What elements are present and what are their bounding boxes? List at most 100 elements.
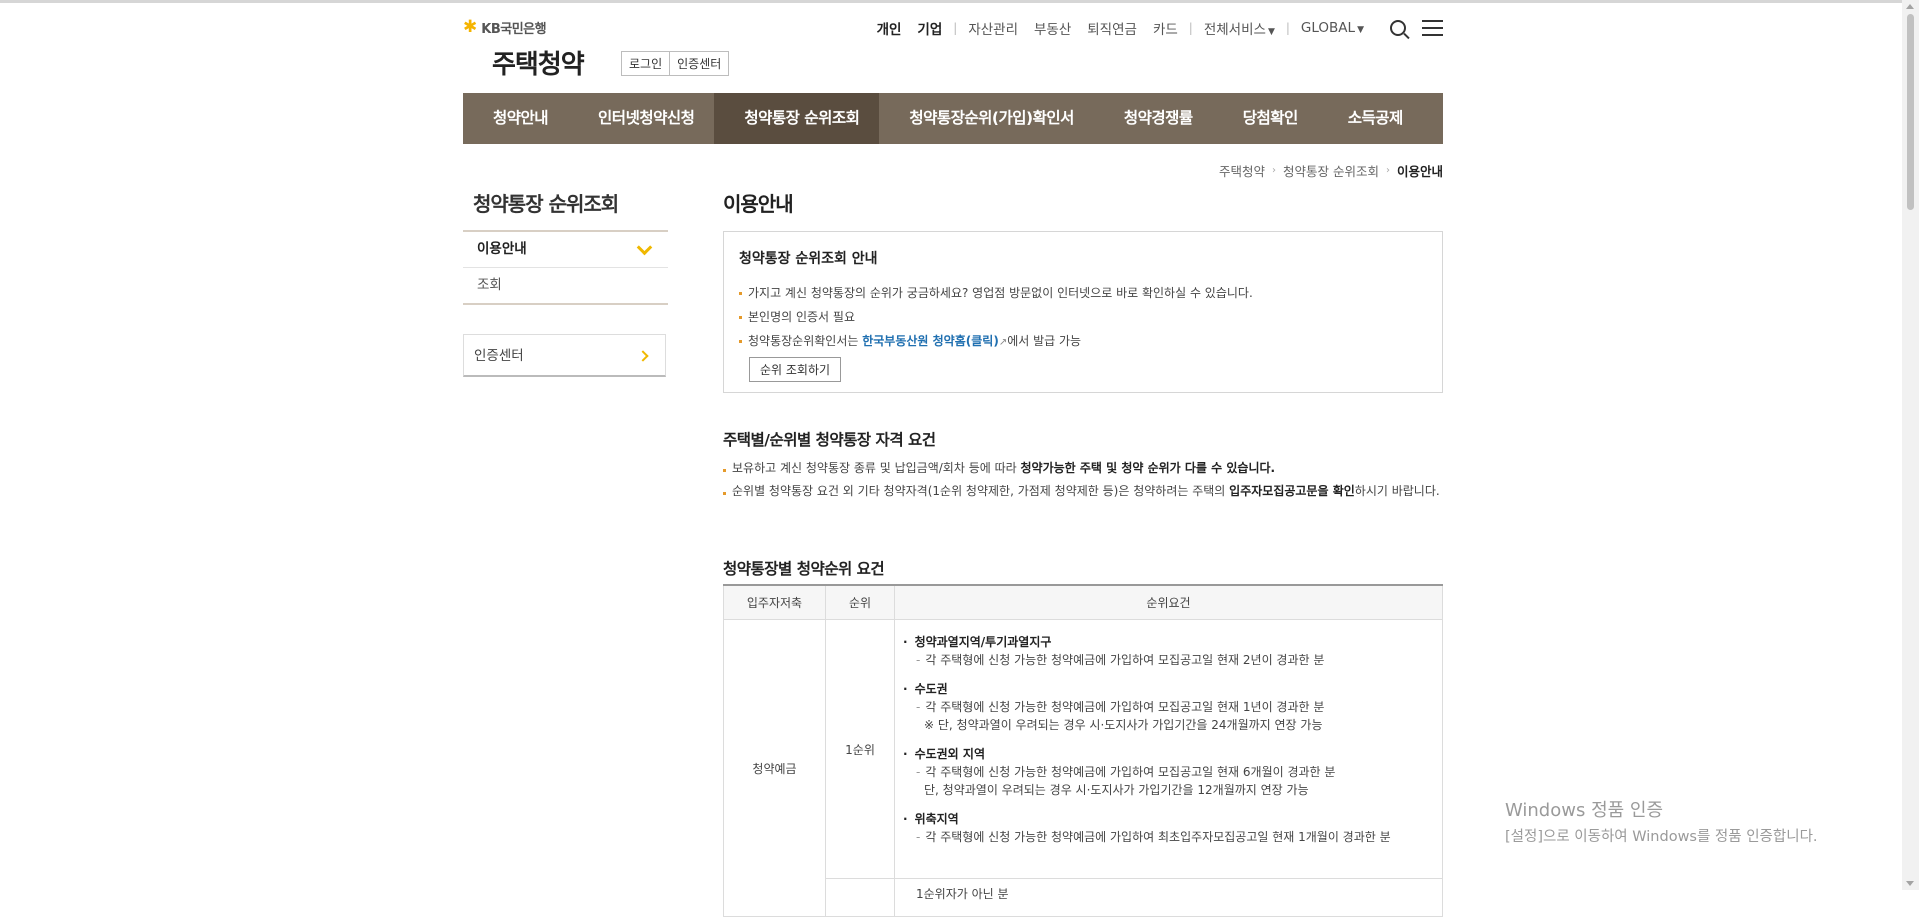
table-row: 1순위자가 아닌 분	[724, 878, 1443, 917]
section-title: 주택별/순위별 청약통장 자격 요건	[723, 431, 936, 449]
note-bullet: 순위별 청약통장 요건 외 기타 청약자격(1순위 청약제한, 가점제 청약제한…	[723, 481, 1443, 501]
gnb-item-winning-check[interactable]: 당첨확인	[1213, 93, 1318, 144]
table-cell-requirements: 청약과열지역/투기과열지구 -각 주택형에 신청 가능한 청약예금에 가입하여 …	[894, 619, 1443, 879]
requirements-notes: 보유하고 계신 청약통장 종류 및 납입금액/회차 등에 따라 청약가능한 주택…	[723, 458, 1443, 501]
divider: |	[1285, 21, 1290, 35]
scroll-down-icon[interactable]	[1906, 881, 1914, 886]
caret-down-icon: ▼	[1267, 27, 1275, 37]
all-services-label: 전체서비스	[1203, 22, 1266, 38]
breadcrumb-item[interactable]: 주택청약	[1219, 161, 1265, 180]
utility-nav: 개인 기업 | 자산관리 부동산 퇴직연금 카드 | 전체서비스 ▼ | GLOB…	[869, 18, 1443, 38]
bullet-text: 순위별 청약통장 요건 외 기타 청약자격(1순위 청약제한, 가점제 청약제한…	[732, 484, 1230, 498]
vertical-scrollbar[interactable]	[1902, 0, 1919, 890]
breadcrumb: 주택청약 › 청약통장 순위조회 › 이용안내	[1219, 161, 1443, 180]
search-icon[interactable]	[1390, 20, 1406, 36]
requirement-detail: -각 주택형에 신청 가능한 청약예금에 가입하여 모집공고일 현재 1년이 경…	[916, 700, 1325, 714]
bullet-text: 하시기 바랍니다.	[1354, 484, 1440, 498]
requirement-heading: 위축지역	[903, 810, 1434, 828]
kb-logo[interactable]: ✱ KB국민은행	[463, 17, 547, 38]
guide-bullet: 본인명의 인증서 필요	[739, 305, 1427, 329]
chevron-down-icon	[636, 239, 653, 256]
hamburger-menu-icon[interactable]	[1422, 20, 1443, 36]
cert-center-label: 인증센터	[474, 348, 524, 364]
requirement-item: 청약과열지역/투기과열지구 -각 주택형에 신청 가능한 청약예금에 가입하여 …	[903, 633, 1434, 669]
sidebar-item-guide[interactable]: 이용안내	[463, 232, 668, 268]
external-link-icon: ↗	[998, 337, 1008, 348]
caret-down-icon: ▼	[1357, 25, 1364, 35]
auth-buttons: 로그인 인증센터	[621, 51, 730, 76]
util-realestate[interactable]: 부동산	[1034, 18, 1071, 38]
sidebar-cert-center[interactable]: 인증센터	[463, 334, 666, 377]
util-global[interactable]: GLOBAL ▼	[1301, 20, 1364, 36]
rank-inquiry-button[interactable]: 순위 조회하기	[749, 357, 842, 382]
detail-text: 각 주택형에 신청 가능한 청약예금에 가입하여 최초입주자모집공고일 현재 1…	[925, 830, 1391, 844]
detail-text: 각 주택형에 신청 가능한 청약예금에 가입하여 모집공고일 현재 2년이 경과…	[925, 653, 1325, 667]
guide-title: 청약통장 순위조회 안내	[739, 251, 878, 267]
section-title: 청약통장별 청약순위 요건	[723, 560, 885, 578]
util-asset[interactable]: 자산관리	[968, 18, 1018, 38]
main-nav: 청약안내 인터넷청약신청 청약통장 순위조회 청약통장순위(가입)확인서 청약경…	[463, 93, 1443, 144]
requirement-item: 수도권 -각 주택형에 신청 가능한 청약예금에 가입하여 모집공고일 현재 1…	[903, 680, 1434, 734]
detail-text: 각 주택형에 신청 가능한 청약예금에 가입하여 모집공고일 현재 6개월이 경…	[925, 765, 1336, 779]
util-all-services[interactable]: 전체서비스 ▼	[1204, 18, 1275, 38]
scroll-up-icon[interactable]	[1906, 4, 1914, 9]
gnb-item-guide[interactable]: 청약안내	[463, 93, 568, 144]
requirement-heading: 청약과열지역/투기과열지구	[903, 633, 1434, 651]
gnb-item-internet-apply[interactable]: 인터넷청약신청	[568, 93, 714, 144]
gnb-item-tax-deduction[interactable]: 소득공제	[1318, 93, 1423, 144]
logo-text: KB국민은행	[481, 22, 547, 37]
table-cell-rank: 1순위	[825, 619, 895, 879]
side-nav: 이용안내 조회	[463, 230, 668, 305]
util-business[interactable]: 기업	[917, 18, 942, 38]
requirement-heading: 수도권	[903, 680, 1434, 698]
requirement-detail: -각 주택형에 신청 가능한 청약예금에 가입하여 최초입주자모집공고일 현재 …	[916, 830, 1391, 844]
requirement-item: 수도권외 지역 -각 주택형에 신청 가능한 청약예금에 가입하여 모집공고일 …	[903, 745, 1434, 799]
requirement-note: ※ 단, 청약과열이 우려되는 경우 시·도지사가 가입기간을 24개월까지 연…	[924, 718, 1323, 732]
table-row: 청약예금 1순위 청약과열지역/투기과열지구 -각 주택형에 신청 가능한 청약…	[723, 619, 1443, 917]
bullet-emphasis: 청약가능한 주택 및 청약 순위가 다를 수 있습니다.	[1020, 461, 1276, 475]
rank-requirements-table: 입주자저축 순위 순위요건 청약예금 1순위 청약과열지역/투기과열지구 -각 …	[723, 584, 1443, 917]
note-bullet: 보유하고 계신 청약통장 종류 및 납입금액/회차 등에 따라 청약가능한 주택…	[723, 458, 1443, 478]
table-cell-type: 청약예금	[723, 619, 826, 917]
divider: |	[953, 21, 958, 35]
breadcrumb-item[interactable]: 청약통장 순위조회	[1283, 161, 1379, 180]
browser-top-border	[0, 0, 1919, 3]
sidebar-item-label: 조회	[477, 277, 502, 293]
login-button[interactable]: 로그인	[621, 51, 671, 76]
table-header-row: 입주자저축 순위 순위요건	[723, 585, 1443, 620]
bullet-text: 에서 발급 가능	[1007, 334, 1082, 348]
requirement-note: 단, 청약과열이 우려되는 경우 시·도지사가 가입기간을 12개월까지 연장 …	[924, 783, 1309, 797]
cert-center-button[interactable]: 인증센터	[670, 51, 730, 76]
util-personal[interactable]: 개인	[877, 18, 902, 38]
site-title[interactable]: 주택청약	[492, 44, 585, 81]
guide-box: 청약통장 순위조회 안내 가지고 계신 청약통장의 순위가 궁금하세요? 영업점…	[723, 231, 1443, 393]
breadcrumb-current: 이용안내	[1396, 164, 1443, 179]
bullet-text: 청약통장순위확인서는	[748, 334, 863, 348]
table-header: 순위	[825, 585, 895, 620]
requirement-detail: 1순위자가 아닌 분	[916, 887, 1009, 901]
requirement-item: 위축지역 -각 주택형에 신청 가능한 청약예금에 가입하여 최초입주자모집공고…	[903, 810, 1434, 846]
requirement-detail: -각 주택형에 신청 가능한 청약예금에 가입하여 모집공고일 현재 2년이 경…	[916, 653, 1325, 667]
bullet-text: 보유하고 계신 청약통장 종류 및 납입금액/회차 등에 따라	[732, 461, 1021, 475]
lnb-title: 청약통장 순위조회	[473, 192, 619, 216]
util-pension[interactable]: 퇴직연금	[1087, 18, 1137, 38]
table-header: 입주자저축	[723, 585, 826, 620]
sidebar-item-inquiry[interactable]: 조회	[463, 268, 668, 303]
sidebar-item-label: 이용안내	[477, 241, 527, 257]
global-label: GLOBAL	[1300, 20, 1356, 36]
watermark-line2: [설정]으로 이동하여 Windows를 정품 인증합니다.	[1505, 829, 1818, 845]
guide-bullet: 청약통장순위확인서는 한국부동산원 청약홈(클릭)↗에서 발급 가능	[739, 329, 1427, 355]
gnb-item-competition-rate[interactable]: 청약경쟁률	[1094, 93, 1213, 144]
chevron-right-icon: ›	[1385, 165, 1390, 176]
chevron-right-icon: ›	[1272, 165, 1276, 176]
table-cell-rank	[825, 878, 895, 917]
scrollbar-thumb[interactable]	[1907, 14, 1914, 210]
util-card[interactable]: 카드	[1153, 18, 1178, 38]
gnb-item-rank-certificate[interactable]: 청약통장순위(가입)확인서	[879, 93, 1094, 144]
windows-activation-watermark: Windows 정품 인증 [설정]으로 이동하여 Windows를 정품 인증…	[1505, 796, 1818, 846]
gnb-item-rank-inquiry[interactable]: 청약통장 순위조회	[714, 93, 880, 144]
guide-bullet: 가지고 계신 청약통장의 순위가 궁금하세요? 영업점 방문없이 인터넷으로 바…	[739, 281, 1427, 305]
cheongyak-home-link[interactable]: 한국부동산원 청약홈(클릭)	[862, 334, 999, 348]
kb-star-icon: ✱	[463, 17, 478, 37]
bullet-emphasis: 입주자모집공고문을 확인	[1229, 484, 1355, 498]
